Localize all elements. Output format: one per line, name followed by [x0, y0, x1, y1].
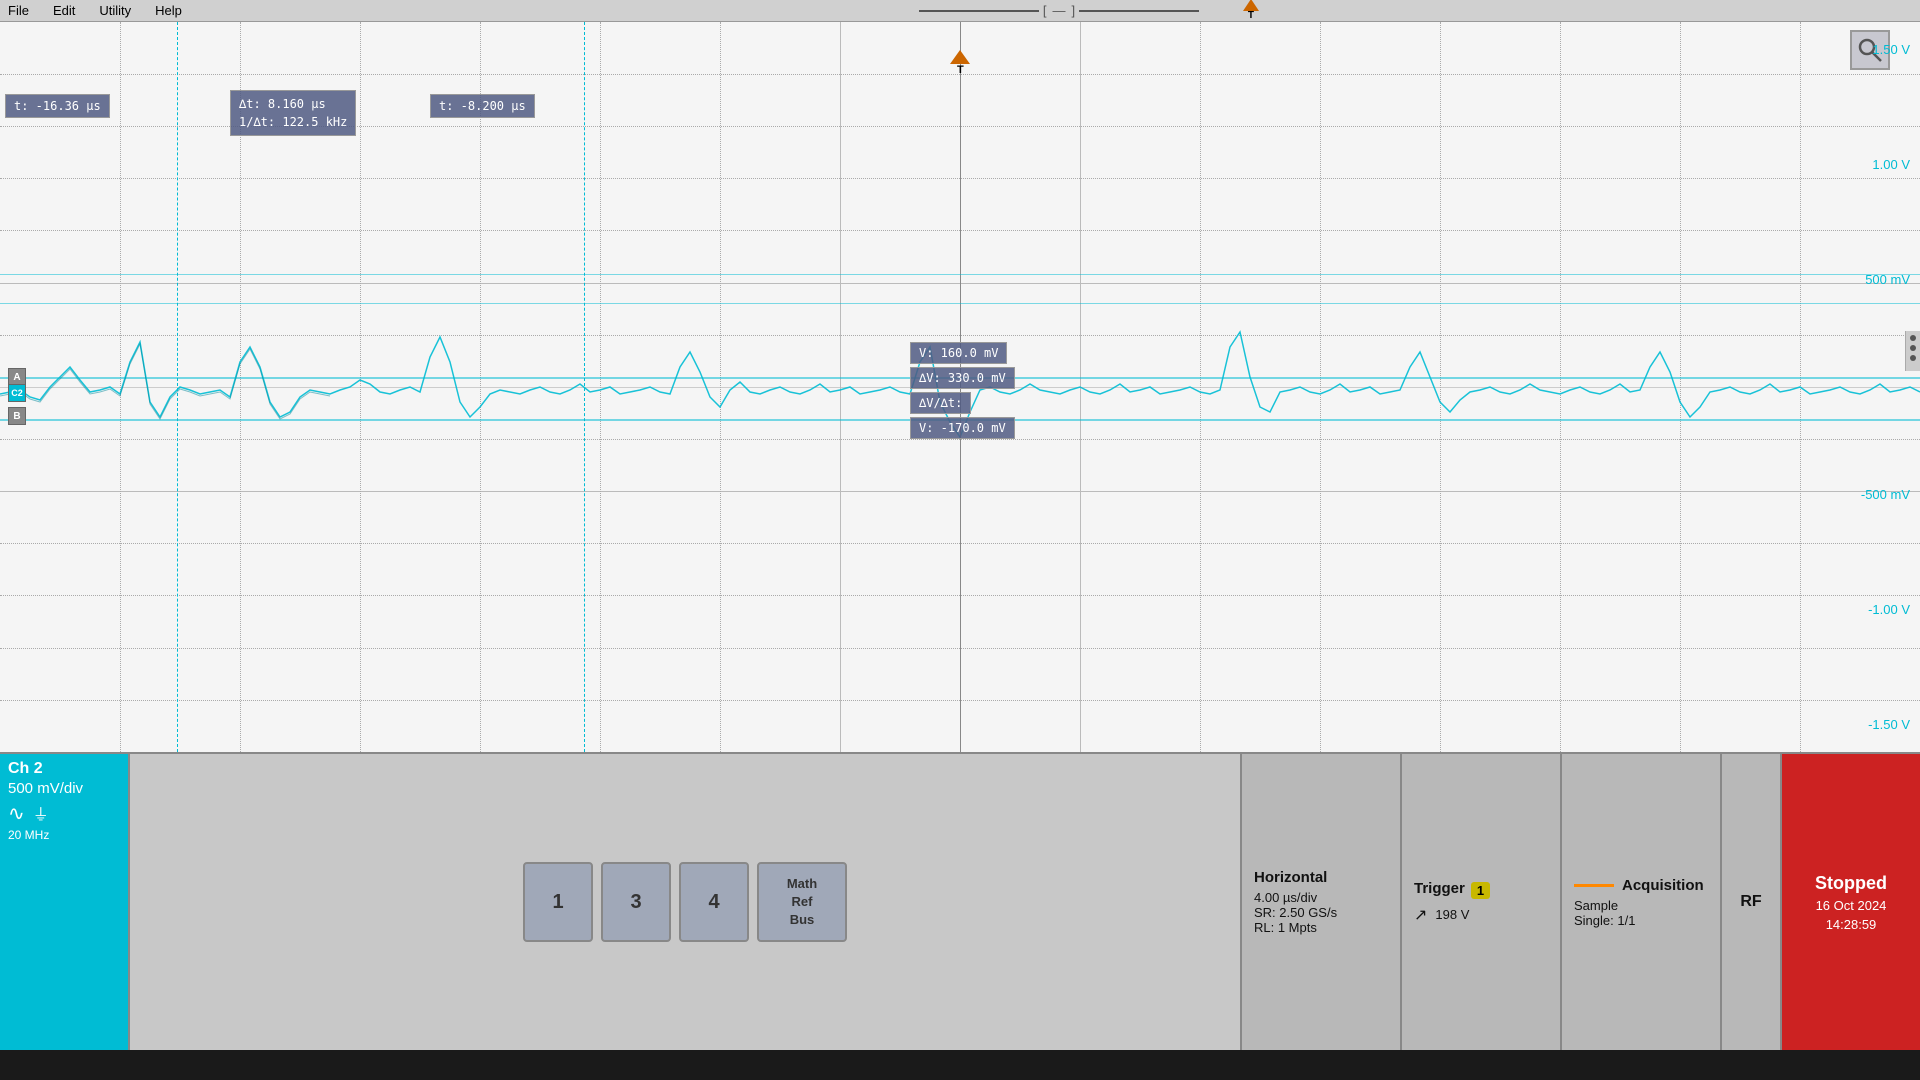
ch4-button[interactable]: 4 [679, 862, 749, 942]
voltage-label-6: -1.00 V [1861, 602, 1910, 617]
stopped-time: 14:28:59 [1826, 917, 1877, 932]
menu-utility[interactable]: Utility [99, 3, 131, 18]
trigger-panel: Trigger 1 ↗ 198 V [1400, 754, 1560, 1050]
voltage-label-1: 1.50 V [1861, 42, 1910, 57]
voltage-label-5: -500 mV [1861, 487, 1910, 502]
channel-buttons-area: 1 3 4 Math Ref Bus [130, 754, 1240, 1050]
dot-3 [1910, 355, 1916, 361]
voltage-label-3: 500 mV [1861, 272, 1910, 287]
menubar: File Edit Utility Help [ — ] T [0, 0, 1920, 22]
trigger-position-marker: T [950, 50, 970, 76]
cursor-v2-readout: V: -170.0 mV [910, 417, 1015, 439]
cursor-dv-readout: ∆V: 330.0 mV [910, 367, 1015, 389]
cursor-delta-readout: ∆t: 8.160 µs 1/∆t: 122.5 kHz [230, 90, 356, 136]
status-bar: Ch 2 500 mV/div ∿ ⏚ 20 MHz 1 3 4 Math Re… [0, 752, 1920, 1050]
cursor-1-line[interactable] [177, 22, 178, 752]
stopped-date: 16 Oct 2024 [1816, 898, 1887, 913]
dot-1 [1910, 335, 1916, 341]
cursor-2-line[interactable] [584, 22, 585, 752]
ch2-info-panel: Ch 2 500 mV/div ∿ ⏚ 20 MHz [0, 754, 130, 1050]
cursor1-readout: t: -16.36 µs [5, 94, 110, 118]
voltage-label-2: 1.00 V [1861, 157, 1910, 172]
orange-line [1574, 884, 1614, 887]
cursor2-readout: t: -8.200 µs [430, 94, 535, 118]
acquisition-panel: Acquisition Sample Single: 1/1 [1560, 754, 1720, 1050]
ch2-coupling: ∿ ⏚ [8, 801, 120, 826]
acquisition-ratio: Single: 1/1 [1574, 913, 1708, 928]
ch-label-B: B [8, 407, 26, 425]
horizontal-panel: Horizontal 4.00 µs/div SR: 2.50 GS/s RL:… [1240, 754, 1400, 1050]
scope-display: t: -16.36 µs ∆t: 8.160 µs 1/∆t: 122.5 kH… [0, 22, 1920, 752]
cursor-v1-line[interactable] [0, 274, 1920, 275]
trigger-title: Trigger [1414, 880, 1465, 897]
right-dots-menu[interactable] [1905, 331, 1920, 371]
acquisition-header: Acquisition [1574, 877, 1708, 898]
stopped-label: Stopped [1815, 873, 1887, 894]
acquisition-title: Acquisition [1622, 877, 1704, 894]
rf-button[interactable]: RF [1720, 754, 1780, 1050]
acquisition-mode: Sample [1574, 898, 1708, 913]
cursor-v2-line[interactable] [0, 303, 1920, 304]
voltage-labels: 1.50 V 1.00 V 500 mV -500 mV -1.00 V -1.… [1861, 22, 1910, 752]
trigger-level: 198 V [1435, 907, 1469, 922]
ch3-button[interactable]: 3 [601, 862, 671, 942]
cursor-v1-readout: V: 160.0 mV [910, 342, 1007, 364]
cursor-dvdt-readout: ∆V/∆t: [910, 392, 971, 414]
menu-edit[interactable]: Edit [53, 3, 75, 18]
ch2-scale: 500 mV/div [8, 780, 120, 797]
horizontal-sample-rate: SR: 2.50 GS/s [1254, 905, 1388, 920]
math-ref-bus-button[interactable]: Math Ref Bus [757, 862, 847, 942]
horizontal-time-div: 4.00 µs/div [1254, 890, 1388, 905]
trigger-arrow-symbol: ↗ [1414, 905, 1427, 925]
ch2-title: Ch 2 [8, 760, 120, 778]
menu-help[interactable]: Help [155, 3, 182, 18]
dot-2 [1910, 345, 1916, 351]
horizontal-record-length: RL: 1 Mpts [1254, 920, 1388, 935]
stopped-panel: Stopped 16 Oct 2024 14:28:59 [1780, 754, 1920, 1050]
ch-label-C2: C2 [8, 384, 26, 402]
trigger-number: 1 [1471, 882, 1490, 899]
ch2-bandwidth: 20 MHz [8, 828, 120, 842]
voltage-label-7: -1.50 V [1861, 717, 1910, 732]
menu-file[interactable]: File [8, 3, 29, 18]
ch1-button[interactable]: 1 [523, 862, 593, 942]
horizontal-title: Horizontal [1254, 869, 1388, 886]
